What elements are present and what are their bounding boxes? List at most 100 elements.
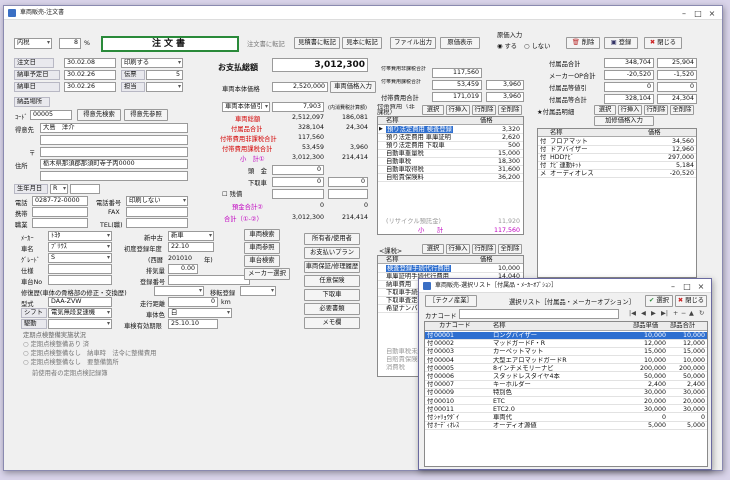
order-date-field[interactable]: 30.02.08 bbox=[64, 58, 116, 68]
job-field[interactable] bbox=[32, 218, 88, 228]
file-output-button[interactable]: ファイル出力 bbox=[390, 37, 436, 49]
radio-no[interactable]: ○ しない bbox=[524, 41, 550, 50]
table-row[interactable]: 預り法定費用 車庫証明 2,620 bbox=[378, 134, 523, 142]
costs2-insert-button[interactable]: 行挿入 bbox=[446, 244, 470, 254]
newused-select[interactable]: 新車 bbox=[168, 231, 214, 241]
costs-insert-button[interactable]: 行挿入 bbox=[446, 105, 470, 115]
costs-grid[interactable]: 名称 価格 ▶ 預り法定費用 検査登録 3,320 預り法定費用 車庫証明 2,620 預り… bbox=[377, 116, 524, 235]
debt-checkbox[interactable]: ☐ 残債 bbox=[222, 189, 242, 198]
chassis-search-button[interactable]: 車台検索 bbox=[244, 255, 280, 267]
payment-plan-button[interactable]: お支払いプラン bbox=[304, 247, 360, 259]
warranty-button[interactable]: 車両保証/修理履歴 bbox=[304, 261, 360, 273]
acc-insert-button[interactable]: 行挿入 bbox=[618, 105, 642, 115]
popup-tab[interactable]: ［テクノ産業］ bbox=[425, 295, 477, 307]
print-mode-select[interactable]: 印刷する bbox=[121, 58, 183, 68]
car-search-button[interactable]: 車両検索 bbox=[244, 229, 280, 241]
displacement-field[interactable]: 0.00 bbox=[168, 264, 198, 274]
popup-close-icon[interactable]: × bbox=[695, 280, 707, 294]
popup-maximize-icon[interactable]: □ bbox=[681, 280, 693, 294]
nav-next-icon[interactable]: ▶ bbox=[651, 310, 656, 317]
tel-field[interactable]: 0287-72-0000 bbox=[32, 196, 88, 206]
inspect-field[interactable]: 25.10.10 bbox=[168, 319, 218, 329]
popup-grid[interactable]: カナコード 名称 部品単価 部品合計 付 00001 ロングバイザー 10,000 10… bbox=[424, 321, 708, 467]
nav-refresh-icon[interactable]: ↻ bbox=[699, 310, 704, 317]
contract-transfer-button[interactable]: 見本に転記 bbox=[342, 37, 382, 49]
body-price-input-button[interactable]: 車両価格入力 bbox=[330, 81, 376, 93]
popup-search-input[interactable] bbox=[459, 309, 619, 319]
acc-disc-value[interactable]: 0 bbox=[604, 82, 654, 92]
body-price-value[interactable]: 2,520,000 bbox=[272, 82, 328, 92]
debt-field[interactable] bbox=[272, 189, 324, 199]
table-row[interactable]: 預り法定費用 下取車 500 bbox=[378, 142, 523, 150]
delivery-date-field[interactable]: 30.02.26 bbox=[64, 82, 116, 92]
birth-era-select[interactable]: R bbox=[50, 184, 68, 194]
costs2-select-button[interactable]: 選択 bbox=[422, 244, 444, 254]
transfer-select[interactable] bbox=[240, 286, 276, 296]
nav-remove-icon[interactable]: − bbox=[681, 310, 686, 317]
customer-name-field[interactable]: 大島 洋介 bbox=[40, 123, 188, 133]
shift-select[interactable]: 電気無段変速機 bbox=[48, 308, 112, 318]
minimize-icon[interactable]: – bbox=[678, 7, 690, 21]
table-row[interactable]: 自動車取得税 31,600 bbox=[378, 166, 523, 174]
table-row[interactable]: 付 00006 スタッドレスタイヤ4本 50,000 50,000 bbox=[425, 373, 707, 381]
popup-minimize-icon[interactable]: – bbox=[667, 280, 679, 294]
costs2-delete-all-button[interactable]: 全削除 bbox=[498, 244, 522, 254]
transfer-to-order-label[interactable]: 注文書に転記 bbox=[247, 39, 285, 48]
popup-close-button[interactable]: ✖ 閉じる bbox=[675, 295, 707, 307]
inspect-opt2[interactable]: ○ 定期点検整備なし 納車時 法令に整備費用 bbox=[23, 348, 156, 357]
code-field[interactable]: 00005 bbox=[30, 110, 72, 120]
table-row[interactable]: 自賠責保険料 36,200 bbox=[378, 174, 523, 182]
table-row[interactable]: 付 00007 キーホルダー 2,400 2,400 bbox=[425, 381, 707, 389]
nav-last-icon[interactable]: ▶| bbox=[661, 310, 668, 317]
table-row[interactable]: 自動車重量税 15,000 bbox=[378, 150, 523, 158]
costs2-delete-row-button[interactable]: 行削除 bbox=[472, 244, 496, 254]
first-reg-field[interactable]: 22.10 bbox=[168, 242, 214, 252]
nav-first-icon[interactable]: |◀ bbox=[629, 310, 636, 317]
nav-prev-icon[interactable]: ◀ bbox=[641, 310, 646, 317]
car-name-select[interactable]: ﾌﾟﾘｳｽ bbox=[48, 242, 112, 252]
slip-number[interactable]: 5 bbox=[146, 70, 183, 80]
popup-select-button[interactable]: ✔ 選択 bbox=[645, 295, 673, 307]
customer-ref-button[interactable]: 得意先参照 bbox=[124, 109, 168, 121]
delivery-plan-field[interactable]: 30.02.26 bbox=[64, 70, 116, 80]
memo-button[interactable]: メモ欄 bbox=[304, 317, 360, 329]
quote-transfer-button[interactable]: 見積書に転記 bbox=[294, 37, 340, 49]
nav-add-icon[interactable]: + bbox=[673, 310, 678, 317]
mileage-field[interactable]: 0 bbox=[168, 297, 218, 307]
fax-field[interactable] bbox=[126, 207, 188, 217]
color-select[interactable]: 白 bbox=[168, 308, 232, 318]
mobile-field[interactable] bbox=[32, 207, 88, 217]
inspect-opt1[interactable]: ○ 定期点検整備あり 済 bbox=[23, 339, 89, 348]
costs-delete-row-button[interactable]: 行削除 bbox=[472, 105, 496, 115]
birth-date-field[interactable] bbox=[70, 184, 100, 194]
customer-kana-field[interactable] bbox=[40, 135, 188, 145]
down-car-value[interactable]: 0 bbox=[272, 177, 324, 187]
table-row[interactable]: 付 00003 カーペットマット 15,000 15,000 bbox=[425, 348, 707, 356]
table-row[interactable]: 付ｼｬﾘｮｳﾀﾞｲ 車両代 0 0 bbox=[425, 414, 707, 422]
acc-select-button[interactable]: 選択 bbox=[594, 105, 616, 115]
staff-select[interactable] bbox=[146, 82, 183, 92]
grade-select[interactable]: S bbox=[48, 253, 112, 263]
table-row[interactable]: 検査登録手続代行費用 10,000 bbox=[378, 265, 523, 273]
table-row[interactable]: 付 00004 大型エアロマッドガードR 10,000 10,000 bbox=[425, 357, 707, 365]
inspect-opt3[interactable]: ○ 定期点検整備なし 要整備箇所 bbox=[23, 357, 119, 366]
work-tel-field[interactable] bbox=[126, 218, 188, 228]
zip-field[interactable] bbox=[40, 147, 188, 157]
table-row[interactable]: 付フロアマット 34,560 bbox=[538, 138, 696, 146]
maximize-icon[interactable]: □ bbox=[692, 7, 704, 21]
table-row[interactable]: ▶ 預り法定費用 検査登録 3,320 bbox=[378, 126, 523, 134]
docs-button[interactable]: 必要書類 bbox=[304, 303, 360, 315]
maker-select[interactable]: ﾄﾖﾀ bbox=[48, 231, 112, 241]
delete-button[interactable]: 🗑 削除 bbox=[566, 37, 600, 49]
car-ref-button[interactable]: 車両参照 bbox=[244, 242, 280, 254]
table-row[interactable]: メオーディオレス -20,520 bbox=[538, 170, 696, 178]
table-row[interactable]: 付 00005 8インチメモリーナビ 200,000 200,000 bbox=[425, 365, 707, 373]
close-icon[interactable]: × bbox=[706, 7, 718, 21]
table-row[interactable]: 付ﾅﾋﾞ連動ｷｯﾄ 5,184 bbox=[538, 162, 696, 170]
tradein-value[interactable]: 0 bbox=[272, 165, 324, 175]
maker-select-button[interactable]: メーカー選択 bbox=[244, 268, 290, 280]
table-row[interactable]: 付 00002 マッドガードF・R 12,000 12,000 bbox=[425, 340, 707, 348]
chassis-field[interactable] bbox=[48, 275, 112, 285]
table-row[interactable]: 付 00011 ETC2.0 30,000 30,000 bbox=[425, 406, 707, 414]
drive-select[interactable] bbox=[48, 319, 112, 329]
